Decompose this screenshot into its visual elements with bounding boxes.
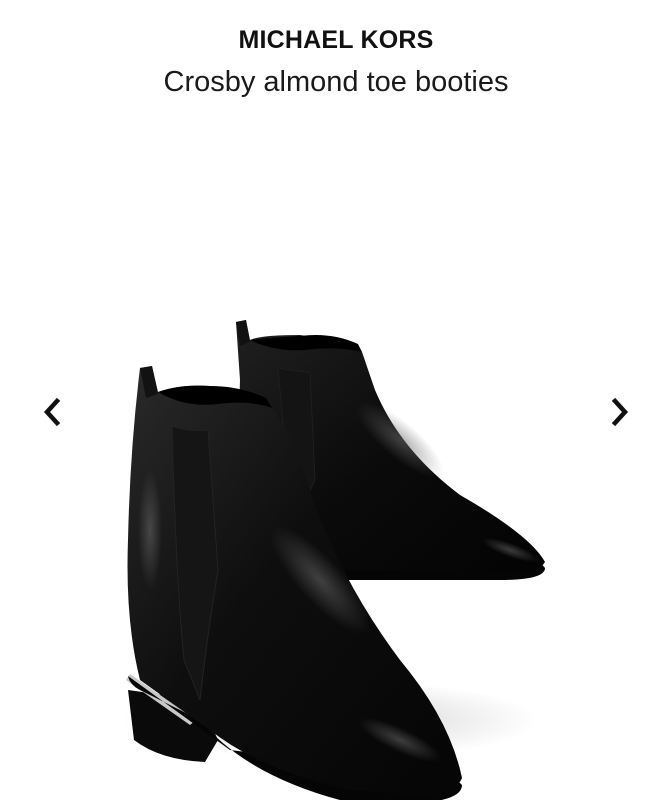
- product-title: Crosby almond toe booties: [163, 66, 509, 98]
- previous-image-button[interactable]: [30, 390, 74, 434]
- chevron-right-icon: [611, 397, 629, 427]
- chevron-left-icon: [43, 397, 61, 427]
- image-carousel: [0, 120, 672, 800]
- next-image-button[interactable]: [598, 390, 642, 434]
- brand-name: MICHAEL KORS: [238, 26, 434, 54]
- product-image: [120, 320, 545, 800]
